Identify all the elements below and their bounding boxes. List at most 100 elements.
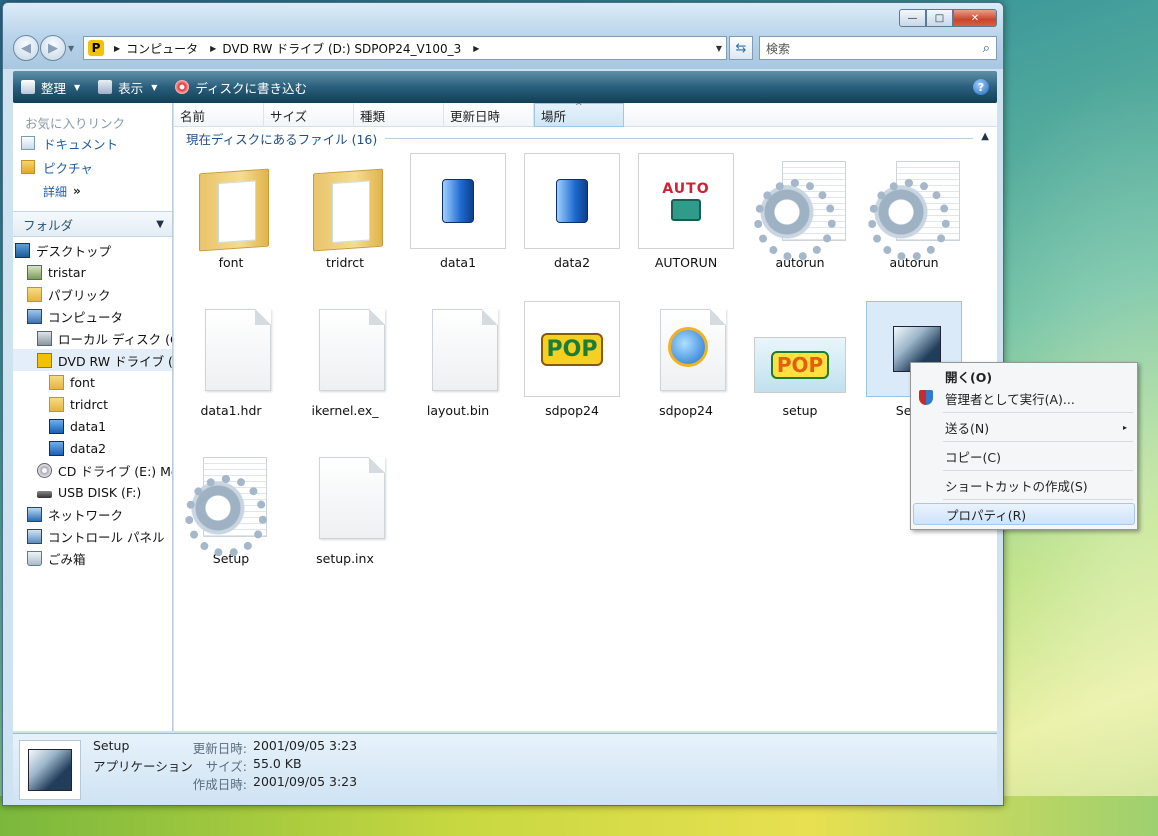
column-location[interactable]: ^ 場所: [534, 103, 624, 127]
caption-buttons: — □ ✕: [899, 9, 997, 27]
file-item[interactable]: setup.inx: [293, 449, 397, 575]
address-dropdown-icon[interactable]: ▼: [716, 44, 722, 53]
file-item[interactable]: data1.hdr: [179, 301, 283, 427]
folders-header[interactable]: フォルダ ▼: [13, 211, 172, 237]
menu-item-copy[interactable]: コピー(C): [913, 445, 1135, 467]
address-bar[interactable]: P ▶ コンピュータ ▶ DVD RW ドライブ (D:) SDPOP24_V1…: [83, 36, 727, 60]
search-input[interactable]: 検索 ⌕: [759, 36, 997, 60]
views-label: 表示: [118, 80, 144, 96]
close-button[interactable]: ✕: [953, 9, 997, 27]
location-icon: P: [88, 40, 104, 56]
column-label: サイズ: [270, 108, 308, 124]
file-label: setup: [782, 403, 818, 418]
help-button[interactable]: ?: [973, 79, 989, 95]
dvd-drive-icon: [37, 352, 52, 368]
favorites-details-link[interactable]: 詳細 »: [13, 179, 172, 203]
menu-separator: [943, 412, 1133, 413]
file-item[interactable]: ikernel.ex_: [293, 301, 397, 427]
breadcrumb-separator-icon[interactable]: ▶: [473, 44, 479, 53]
breadcrumb-separator-icon[interactable]: ▶: [114, 44, 120, 53]
tree-item-usb-disk[interactable]: USB DISK (F:): [13, 481, 172, 503]
tree-item-font[interactable]: font: [13, 371, 172, 393]
chevron-down-icon: ▼: [74, 82, 81, 92]
favorite-documents[interactable]: ドキュメント: [13, 131, 172, 155]
tree-item-tristar[interactable]: tristar: [13, 261, 172, 283]
tree-item-local-disk[interactable]: ローカル ディスク (C: [13, 327, 172, 349]
file-item[interactable]: autorun: [862, 153, 966, 279]
tree-item-cd-drive[interactable]: CD ドライブ (E:) Me: [13, 459, 172, 481]
breadcrumb-dvd-drive[interactable]: DVD RW ドライブ (D:) SDPOP24_V100_3: [222, 40, 461, 57]
user-folder-icon: [27, 264, 42, 280]
forward-button[interactable]: ▶: [40, 35, 66, 61]
tree-item-network[interactable]: ネットワーク: [13, 503, 172, 525]
tree-item-recycle-bin[interactable]: ごみ箱: [13, 547, 172, 569]
file-item[interactable]: layout.bin: [406, 301, 510, 427]
organize-icon: [21, 80, 35, 94]
file-label: layout.bin: [426, 403, 490, 418]
selected-item-type: アプリケーション: [93, 759, 193, 774]
group-header[interactable]: 現在ディスクにあるファイル (16) ▲: [174, 127, 997, 149]
favorite-pictures[interactable]: ピクチャ: [13, 155, 172, 179]
file-item[interactable]: font: [179, 153, 283, 279]
breadcrumb-separator-icon[interactable]: ▶: [210, 44, 216, 53]
tree-item-control-panel[interactable]: コントロール パネル: [13, 525, 172, 547]
file-item[interactable]: data2: [520, 153, 624, 279]
tree-label: コンピュータ: [48, 309, 124, 325]
created-label: 作成日時:: [192, 777, 247, 792]
usb-drive-icon: [37, 490, 52, 498]
file-item[interactable]: POP setup: [748, 301, 852, 427]
menu-item-run-as-admin[interactable]: 管理者として実行(A)...: [913, 387, 1135, 409]
menu-item-open[interactable]: 開く(O): [913, 365, 1135, 387]
cabinet-icon: [410, 153, 506, 249]
setup-app-icon: [19, 740, 81, 800]
pop-app-icon: POP: [524, 301, 620, 397]
organize-button[interactable]: 整理 ▼: [21, 78, 80, 97]
cabinet-icon: [524, 153, 620, 249]
minimize-button[interactable]: —: [899, 9, 926, 27]
back-button[interactable]: ◀: [13, 35, 39, 61]
size-label: サイズ:: [205, 759, 247, 774]
chevron-up-icon: ▲: [981, 131, 989, 142]
tree-label: USB DISK (F:): [58, 484, 142, 500]
folder-icon: [49, 374, 64, 390]
file-item[interactable]: data1: [406, 153, 510, 279]
tree-item-dvd-drive[interactable]: DVD RW ドライブ (I: [13, 349, 172, 371]
file-item[interactable]: autorun: [748, 153, 852, 279]
file-item[interactable]: AUTO AUTORUN: [634, 153, 738, 279]
tree-item-desktop[interactable]: デスクトップ: [13, 239, 172, 261]
cabinet-icon: [49, 418, 64, 434]
folders-label: フォルダ: [23, 217, 74, 233]
menu-item-properties[interactable]: プロパティ(R): [913, 503, 1135, 525]
column-size[interactable]: サイズ: [264, 103, 354, 127]
explorer-window: — □ ✕ ◀ ▶ ▼ P ▶ コンピュータ ▶ DVD RW ドライブ (D:…: [2, 2, 1004, 806]
file-item[interactable]: tridrct: [293, 153, 397, 279]
folder-tree: デスクトップ tristar パブリック コンピュータ ローカル ディスク (C…: [13, 237, 172, 569]
tree-item-tridrct[interactable]: tridrct: [13, 393, 172, 415]
tree-item-data2[interactable]: data2: [13, 437, 172, 459]
file-item[interactable]: sdpop24: [634, 301, 738, 427]
burn-button[interactable]: ディスクに書き込む: [175, 78, 307, 97]
menu-item-send-to[interactable]: 送る(N) ▸: [913, 416, 1135, 438]
file-item[interactable]: POP sdpop24: [520, 301, 624, 427]
refresh-icon: ⇆: [735, 40, 747, 56]
refresh-button[interactable]: ⇆: [729, 36, 753, 60]
maximize-button[interactable]: □: [926, 9, 953, 27]
history-dropdown-icon[interactable]: ▼: [68, 44, 74, 53]
file-item[interactable]: Setup: [179, 449, 283, 575]
breadcrumb-computer[interactable]: コンピュータ: [126, 40, 198, 57]
column-type[interactable]: 種類: [354, 103, 444, 127]
menu-item-create-shortcut[interactable]: ショートカットの作成(S): [913, 474, 1135, 496]
pop-banner-image: POP: [752, 301, 848, 397]
tree-item-computer[interactable]: コンピュータ: [13, 305, 172, 327]
column-label: 場所: [541, 108, 567, 124]
file-label: font: [218, 255, 244, 270]
views-button[interactable]: 表示 ▼: [98, 78, 157, 97]
tree-item-public[interactable]: パブリック: [13, 283, 172, 305]
column-name[interactable]: 名前: [174, 103, 264, 127]
search-icon[interactable]: ⌕: [983, 41, 990, 56]
pop-logo-text: POP: [770, 351, 830, 379]
network-icon: [27, 506, 42, 522]
column-modified[interactable]: 更新日時: [444, 103, 534, 127]
double-chevron-icon: »: [73, 184, 81, 198]
tree-item-data1[interactable]: data1: [13, 415, 172, 437]
